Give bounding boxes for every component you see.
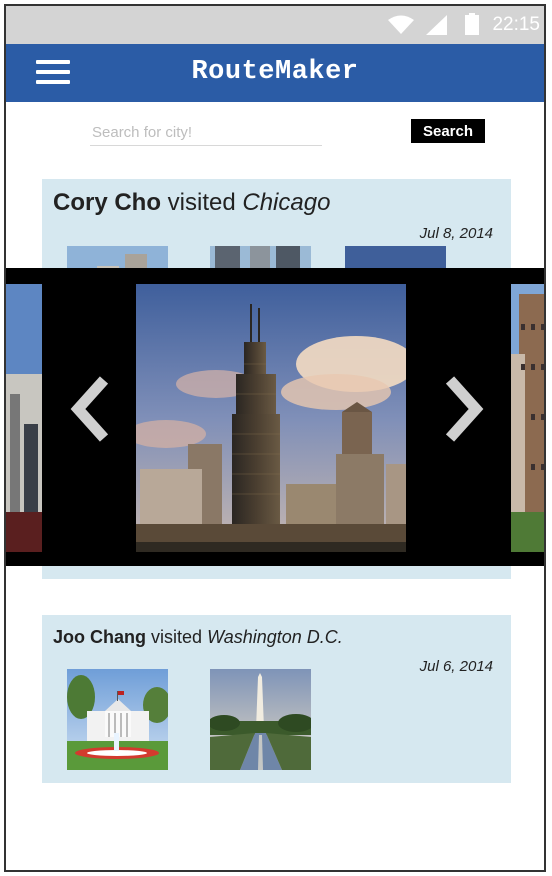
clock-time: 22:15 bbox=[492, 14, 540, 35]
visit-card[interactable]: Joo Chang visited Washington D.C. Jul 6,… bbox=[42, 615, 511, 783]
search-button[interactable]: Search bbox=[411, 119, 485, 143]
visit-verb: visited bbox=[151, 627, 203, 647]
city-name[interactable]: Chicago bbox=[242, 189, 330, 216]
app-bar: RouteMaker bbox=[6, 44, 544, 102]
city-search-input[interactable] bbox=[90, 119, 322, 146]
chevron-left-icon[interactable] bbox=[66, 374, 116, 444]
phone-screen: 22:15 RouteMaker Search Cory Cho visited… bbox=[4, 4, 546, 872]
wifi-icon bbox=[388, 15, 414, 34]
photo-thumbnail[interactable] bbox=[210, 669, 311, 770]
willis-tower-photo[interactable] bbox=[136, 284, 406, 552]
user-name[interactable]: Cory Cho bbox=[53, 189, 161, 216]
washington-monument-photo bbox=[210, 669, 311, 770]
chevron-right-icon[interactable] bbox=[438, 374, 488, 444]
visit-headline: Cory Cho visited Chicago bbox=[53, 189, 330, 217]
visit-headline: Joo Chang visited Washington D.C. bbox=[53, 627, 343, 648]
status-bar: 22:15 bbox=[6, 6, 544, 44]
previous-photo-preview[interactable] bbox=[6, 284, 42, 552]
battery-icon bbox=[465, 13, 479, 35]
visit-date: Jul 6, 2014 bbox=[419, 658, 493, 675]
cellular-signal-icon bbox=[426, 15, 447, 35]
next-photo-preview[interactable] bbox=[511, 284, 544, 552]
visit-date: Jul 8, 2014 bbox=[419, 225, 493, 242]
user-name[interactable]: Joo Chang bbox=[53, 627, 146, 647]
city-name[interactable]: Washington D.C. bbox=[207, 627, 343, 647]
photo-thumbnail[interactable] bbox=[67, 669, 168, 770]
app-title: RouteMaker bbox=[191, 57, 359, 87]
white-house-photo bbox=[67, 669, 168, 770]
photo-lightbox bbox=[6, 268, 544, 566]
visit-verb: visited bbox=[167, 189, 236, 216]
